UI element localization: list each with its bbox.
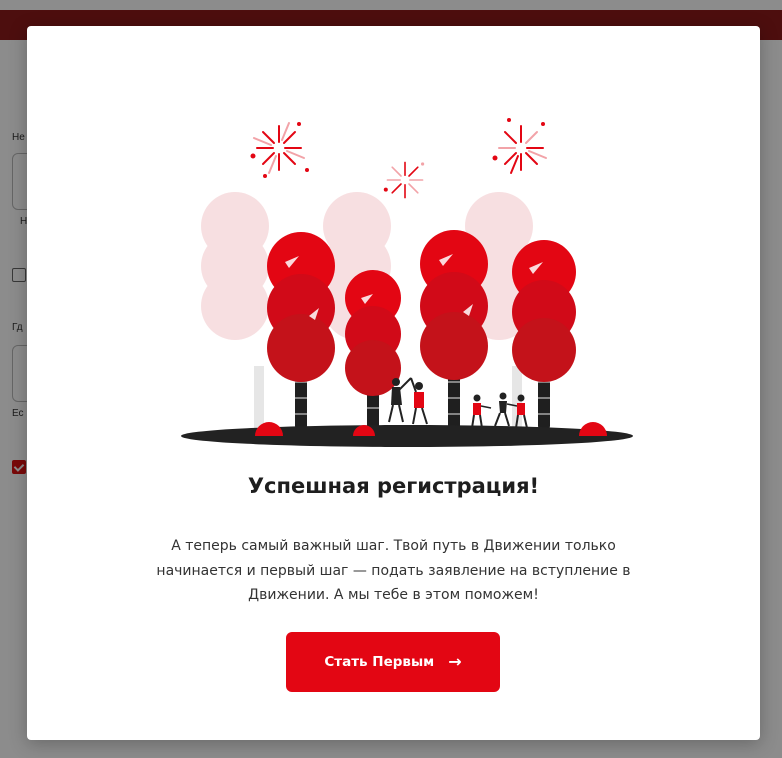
red-trees [267,230,576,396]
celebration-trees-illustration [181,118,633,447]
become-first-button-label: Стать Первым [324,654,435,670]
description-line-2: начинается и первый шаг — подать заявлен… [156,562,631,579]
arrow-right-icon: → [448,652,462,671]
firework-right-icon [492,118,547,174]
modal-title: Успешная регистрация! [247,474,540,498]
modal-description: А теперь самый важный шаг. Твой путь в Д… [97,534,690,608]
firework-center-icon [383,161,425,199]
description-line-3: Движении. А мы тебе в этом поможем! [248,587,539,603]
description-line-1: А теперь самый важный шаг. Твой путь в Д… [171,538,616,554]
become-first-button[interactable]: Стать Первым → [286,632,500,692]
bush-right [579,422,607,436]
registration-success-modal: Успешная регистрация! А теперь самый важ… [27,26,760,740]
firework-left-icon [250,122,309,178]
ground-shadow [181,425,633,447]
